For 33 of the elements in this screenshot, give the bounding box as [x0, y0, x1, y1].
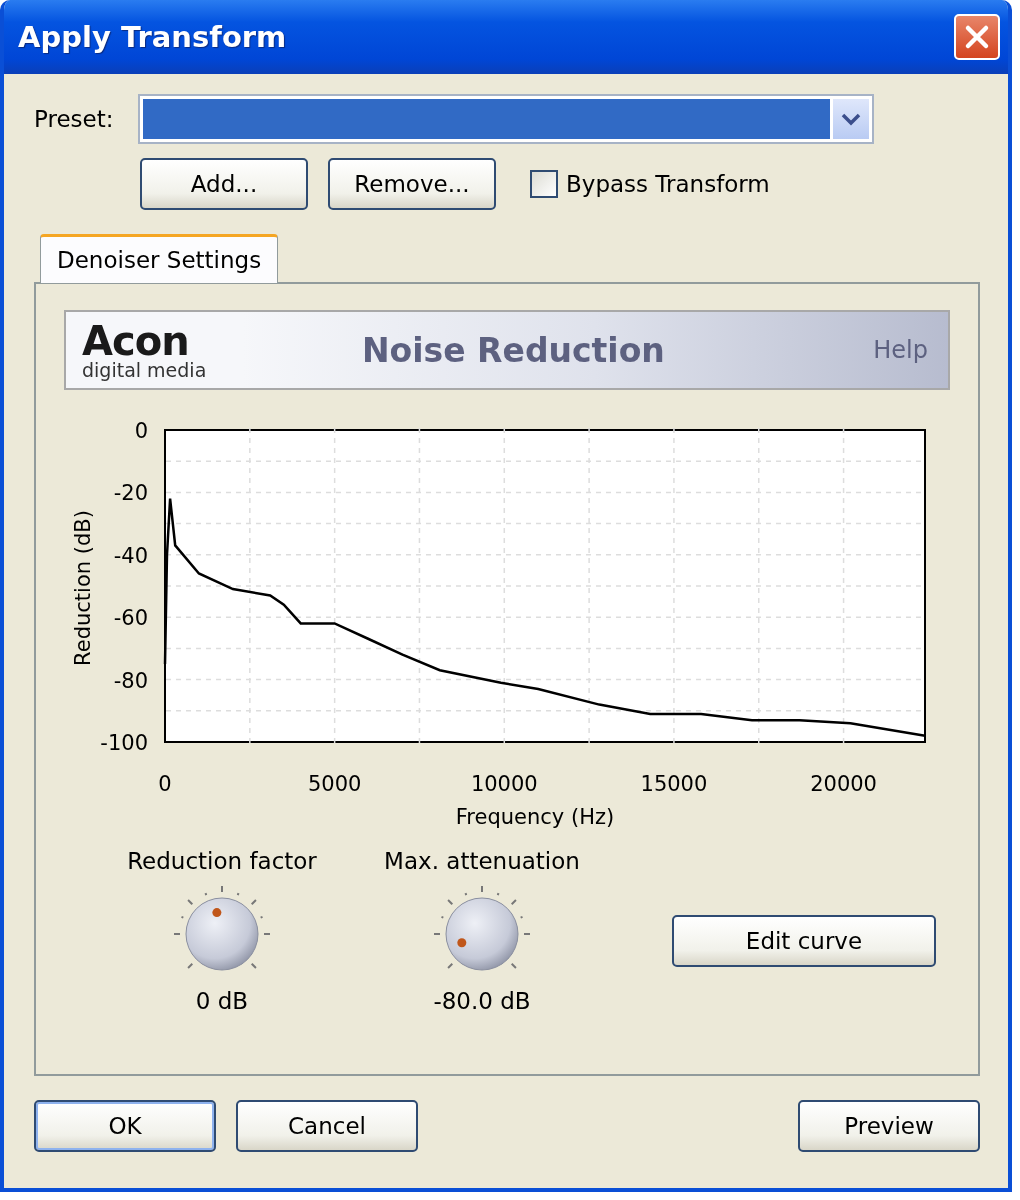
close-button[interactable]	[954, 14, 1000, 60]
x-tick-label: 5000	[307, 772, 362, 796]
preset-label: Preset:	[34, 106, 115, 132]
knob-label: Reduction factor	[127, 848, 317, 874]
y-axis-label: Reduction (dB)	[71, 510, 95, 666]
edit-curve-button[interactable]: Edit curve	[672, 915, 936, 967]
y-tick-label: 0	[134, 419, 148, 443]
x-tick-label: 20000	[810, 772, 877, 796]
knob-label: Max. attenuation	[384, 848, 580, 874]
y-tick-label: -60	[113, 606, 148, 631]
x-tick-label: 0	[158, 772, 172, 796]
knob-reading: 0 dB	[195, 988, 249, 1014]
knob-reading: -80.0 dB	[433, 988, 531, 1014]
y-tick-label: -80	[113, 668, 148, 693]
x-tick-label: 15000	[640, 772, 708, 796]
y-tick-label: -20	[113, 481, 148, 506]
dialog-button[interactable]: Cancel	[236, 1100, 418, 1152]
dialog-button[interactable]: Preview	[798, 1100, 980, 1152]
y-tick-label: -100	[100, 731, 148, 755]
dialog-button[interactable]: OK	[34, 1100, 216, 1152]
bypass-checkbox[interactable]	[530, 170, 558, 198]
y-tick-label: -40	[113, 543, 148, 568]
logo-subtitle: digital media	[82, 360, 208, 380]
bypass-label: Bypass Transform	[566, 171, 770, 197]
preset-dropdown[interactable]	[138, 94, 874, 144]
logo-wordmark: Acon	[82, 320, 189, 361]
x-tick-label: 10000	[470, 772, 538, 796]
plugin-title: Noise Reduction	[362, 330, 666, 370]
settings-tab[interactable]: Denoiser Settings	[40, 234, 279, 283]
preset-button[interactable]: Remove...	[328, 158, 496, 210]
window-title: Apply Transform	[18, 20, 287, 54]
x-axis-label: Frequency (Hz)	[455, 805, 615, 829]
preset-button[interactable]: Add...	[140, 158, 308, 210]
